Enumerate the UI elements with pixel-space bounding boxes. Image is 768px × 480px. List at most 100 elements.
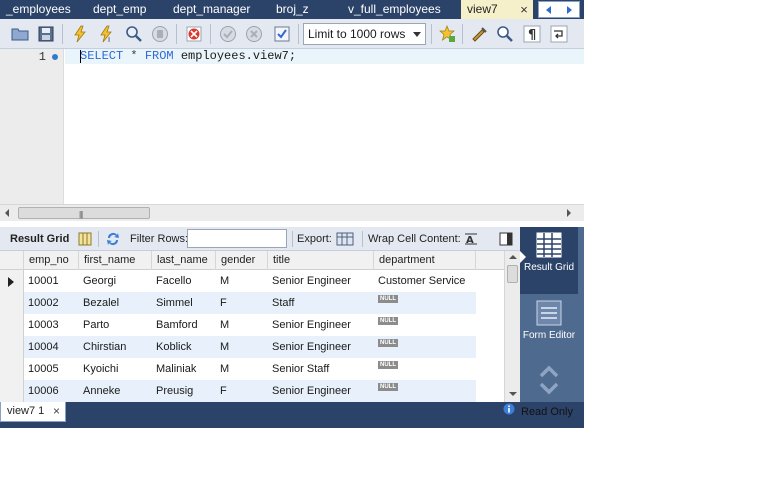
tab-prev-icon[interactable] — [539, 2, 559, 17]
execute-icon[interactable] — [70, 24, 90, 44]
filter-rows-input[interactable] — [187, 229, 287, 248]
tab-v-full-employees[interactable]: v_full_employees — [348, 0, 441, 19]
wrap-icon[interactable] — [549, 24, 569, 44]
cell-last-name[interactable]: Preusig — [152, 380, 216, 402]
cell-last-name[interactable]: Bamford — [152, 314, 216, 336]
cell-emp-no[interactable]: 10005 — [24, 358, 79, 380]
editor-horizontal-scrollbar[interactable]: ||| — [0, 204, 584, 221]
close-result-tab-icon[interactable]: × — [53, 402, 60, 421]
cell-gender[interactable]: F — [216, 292, 268, 314]
cell-gender[interactable]: M — [216, 270, 268, 292]
cell-title[interactable]: Senior Engineer — [268, 270, 374, 292]
column-header-last-name[interactable]: last_name — [152, 251, 216, 270]
column-header-gender[interactable]: gender — [216, 251, 268, 270]
cell-department[interactable]: NULL — [374, 292, 476, 314]
cell-last-name[interactable]: Maliniak — [152, 358, 216, 380]
scrollbar-thumb[interactable]: ||| — [18, 207, 150, 219]
svg-text:I: I — [108, 36, 110, 43]
select-star: * — [130, 49, 138, 63]
row-limit-value: Limit to 1000 rows — [308, 27, 406, 41]
scroll-up-icon[interactable] — [509, 255, 517, 259]
invisible-chars-icon[interactable]: ¶ — [522, 24, 542, 44]
cell-last-name[interactable]: Facello — [152, 270, 216, 292]
scroll-down-icon[interactable] — [509, 392, 517, 396]
stop-icon[interactable] — [150, 24, 170, 44]
export-icon[interactable] — [336, 230, 354, 248]
cell-last-name[interactable]: Simmel — [152, 292, 216, 314]
cell-department[interactable]: Customer Service — [374, 270, 476, 292]
cell-department[interactable]: NULL — [374, 336, 476, 358]
save-icon[interactable] — [36, 24, 56, 44]
grid-vertical-scrollbar[interactable] — [504, 251, 520, 402]
tab-dept-emp[interactable]: dept_emp — [93, 0, 146, 19]
commit-icon[interactable] — [218, 24, 238, 44]
table-row[interactable]: 10003 Parto Bamford M Senior Engineer NULL — [24, 314, 476, 336]
cell-title[interactable]: Staff — [268, 292, 374, 314]
scroll-left-icon[interactable] — [5, 209, 9, 217]
column-header-title[interactable]: title — [268, 251, 374, 270]
cell-department[interactable]: NULL — [374, 380, 476, 402]
form-editor-icon — [536, 300, 562, 326]
cell-first-name[interactable]: Kyoichi — [79, 358, 152, 380]
cell-first-name[interactable]: Parto — [79, 314, 152, 336]
cell-last-name[interactable]: Koblick — [152, 336, 216, 358]
close-tab-icon[interactable]: × — [516, 0, 532, 19]
cell-department[interactable]: NULL — [374, 358, 476, 380]
info-icon — [503, 402, 515, 422]
column-header-first-name[interactable]: first_name — [79, 251, 152, 270]
sql-statement[interactable]: SELECT * FROM employees.view7; — [80, 49, 296, 64]
form-editor-side-button[interactable]: Form Editor — [520, 297, 578, 359]
autocommit-icon[interactable] — [272, 24, 292, 44]
open-folder-icon[interactable] — [10, 24, 30, 44]
table-row[interactable]: 10002 Bezalel Simmel F Staff NULL — [24, 292, 476, 314]
explain-icon[interactable] — [124, 24, 144, 44]
cell-emp-no[interactable]: 10006 — [24, 380, 79, 402]
execute-current-icon[interactable]: I — [96, 24, 116, 44]
scrollbar-thumb[interactable] — [507, 265, 518, 283]
tab-dept-manager[interactable]: dept_manager — [173, 0, 250, 19]
cell-first-name[interactable]: Chirstian — [79, 336, 152, 358]
cell-title[interactable]: Senior Engineer — [268, 336, 374, 358]
column-header-department[interactable]: department — [374, 251, 476, 270]
cell-gender[interactable]: M — [216, 358, 268, 380]
result-grid-side-button[interactable]: Result Grid — [520, 227, 578, 294]
cell-emp-no[interactable]: 10001 — [24, 270, 79, 292]
tab-employees[interactable]: _employees — [6, 0, 71, 19]
cell-first-name[interactable]: Anneke — [79, 380, 152, 402]
cell-gender[interactable]: M — [216, 336, 268, 358]
cell-first-name[interactable]: Bezalel — [79, 292, 152, 314]
cell-first-name[interactable]: Georgi — [79, 270, 152, 292]
table-row[interactable]: 10005 Kyoichi Maliniak M Senior Staff NULL — [24, 358, 476, 380]
row-limit-select[interactable]: Limit to 1000 rows — [303, 23, 426, 45]
toggle-panel-icon[interactable] — [497, 230, 515, 248]
beautify-icon[interactable] — [437, 24, 457, 44]
cell-gender[interactable]: F — [216, 380, 268, 402]
cell-title[interactable]: Senior Staff — [268, 358, 374, 380]
wrap-cell-icon[interactable]: A — [462, 230, 480, 248]
table-row[interactable]: 10006 Anneke Preusig F Senior Engineer NULL — [24, 380, 476, 402]
side-scroll-button[interactable] — [520, 363, 578, 399]
rollback-icon[interactable] — [244, 24, 264, 44]
scroll-right-icon[interactable] — [567, 209, 571, 217]
cell-title[interactable]: Senior Engineer — [268, 314, 374, 336]
row-selector-column[interactable] — [0, 270, 24, 402]
cell-emp-no[interactable]: 10003 — [24, 314, 79, 336]
refresh-icon[interactable] — [104, 230, 122, 248]
cell-gender[interactable]: M — [216, 314, 268, 336]
grid-columns-icon[interactable] — [76, 230, 94, 248]
tab-broj-z[interactable]: broj_z — [276, 0, 309, 19]
sql-editor[interactable]: 1 SELECT * FROM employees.view7; — [0, 49, 584, 204]
column-header-emp-no[interactable]: emp_no — [24, 251, 79, 270]
cell-emp-no[interactable]: 10002 — [24, 292, 79, 314]
table-row[interactable]: 10001 Georgi Facello M Senior Engineer Custom… — [24, 270, 476, 292]
cell-title[interactable]: Senior Engineer — [268, 380, 374, 402]
brush-icon[interactable] — [469, 24, 489, 44]
result-tab-view7-1[interactable]: view7 1 × — [0, 402, 66, 422]
wrap-cell-content-label: Wrap Cell Content: — [368, 233, 461, 245]
cell-emp-no[interactable]: 10004 — [24, 336, 79, 358]
table-row[interactable]: 10004 Chirstian Koblick M Senior Engineer NUL… — [24, 336, 476, 358]
tab-next-icon[interactable] — [559, 2, 579, 17]
toggle-error-icon[interactable] — [184, 24, 204, 44]
cell-department[interactable]: NULL — [374, 314, 476, 336]
find-icon[interactable] — [495, 24, 515, 44]
